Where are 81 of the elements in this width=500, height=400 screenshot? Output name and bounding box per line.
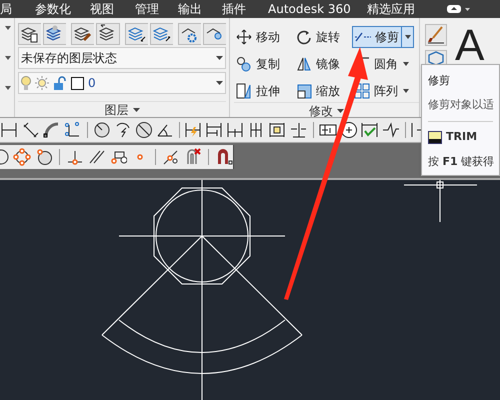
layer-state-dropdown[interactable]: 未保存的图层状态 [18,47,226,69]
stretch-icon [236,83,252,99]
parallel-lines-icon[interactable] [88,148,106,166]
caret-icon [403,89,409,93]
caret-icon[interactable] [5,56,11,60]
menu-item[interactable]: 视图 [90,0,114,18]
tooltip-title: 修剪 [428,73,451,89]
diameter-dimension-icon[interactable] [135,121,153,139]
layer-stack-icon[interactable] [43,23,66,45]
tool-button[interactable]: 阵列 [352,80,400,102]
layer-gear-icon[interactable] [178,23,201,45]
caret-icon [216,81,223,85]
caret-icon[interactable] [132,108,140,112]
layer-properties-icon[interactable] [18,23,42,45]
caret-icon [403,62,409,66]
tool-button[interactable]: 复制 [234,53,282,75]
caret-icon[interactable] [337,108,344,112]
menu-item[interactable]: 管理 [135,0,159,18]
table-icon[interactable] [425,50,447,66]
help-hint: 按 F1 键获得 [428,154,493,170]
unlocked-padlock-icon [53,76,67,90]
crosshair-cursor-icon [404,180,478,222]
linear-dimension-icon[interactable] [1,121,19,139]
ordinate-dimension-icon[interactable] [64,121,82,139]
perpendicular-snap-icon[interactable] [66,148,84,166]
panel-title[interactable]: 图层 [104,100,128,118]
rotate-icon [296,29,312,45]
layer-name: 0 [88,75,97,92]
dropdown-button[interactable] [402,26,414,48]
dimension-text-icon[interactable] [269,121,287,139]
paintbrush-icon[interactable] [425,24,447,46]
lightbulb-icon [21,75,31,91]
tool-button[interactable]: 修剪 [352,26,402,48]
scale-squares-icon [296,83,312,99]
tool-button[interactable]: 缩放 [294,80,342,102]
array-grid-icon [354,83,370,99]
layer-brush-icon[interactable] [71,23,94,45]
quick-dimension-icon[interactable] [185,121,203,139]
layer-bulb-icon[interactable] [202,23,226,45]
caret-icon[interactable] [5,86,11,90]
layer-previous-icon[interactable] [96,23,120,45]
command-window-icon [428,130,442,144]
dimension-jog-icon[interactable] [382,121,400,139]
menu-item[interactable]: 插件 [222,0,246,18]
dimension-check-icon[interactable] [361,121,379,139]
copy-circles-icon [236,56,252,72]
jogged-dimension-icon[interactable] [114,121,132,139]
menu-item[interactable]: Autodesk 360 [268,0,351,18]
sun-icon [35,76,49,90]
caret-icon [216,56,223,60]
tangent-snap-icon[interactable] [34,148,53,166]
command-name: TRIM [446,129,478,145]
layer-state-text: 未保存的图层状态 [21,50,117,67]
continue-dimension-icon[interactable] [227,121,245,139]
menu-item[interactable]: 精选应用 [367,0,415,18]
menu-item[interactable]: 输出 [178,0,202,18]
mirror-triangles-icon [296,56,312,72]
tool-button[interactable]: 移动 [234,26,282,48]
panel-title[interactable]: 修改 [309,102,333,120]
menu-item[interactable]: 局 [0,0,12,18]
caret-icon[interactable] [5,26,11,30]
nearest-snap-icon[interactable] [162,148,180,166]
arc-length-icon[interactable] [43,121,61,139]
move-arrows-icon [236,29,252,45]
tool-button[interactable]: 镜像 [294,53,342,75]
color-swatch-icon [71,76,84,90]
menu-item[interactable]: 参数化 [35,0,71,18]
magnet-icon[interactable] [215,148,233,166]
workspace-menu-icon[interactable] [447,4,471,14]
layer-up-icon[interactable] [150,23,173,45]
aligned-dimension-icon[interactable] [22,121,40,139]
baseline-dimension-icon[interactable] [206,121,224,139]
tool-button[interactable]: 拉伸 [234,80,282,102]
quadrant-snap-icon[interactable] [12,148,31,166]
tool-button[interactable]: 旋转 [294,26,342,48]
layer-dropdown[interactable]: 0 [18,72,226,94]
caret-icon [404,35,410,39]
radius-dimension-icon[interactable] [93,121,111,139]
layer-down-icon[interactable] [124,23,148,45]
tooltip-description: 修剪对象以适 [428,96,493,112]
dimension-break-icon[interactable] [290,121,308,139]
